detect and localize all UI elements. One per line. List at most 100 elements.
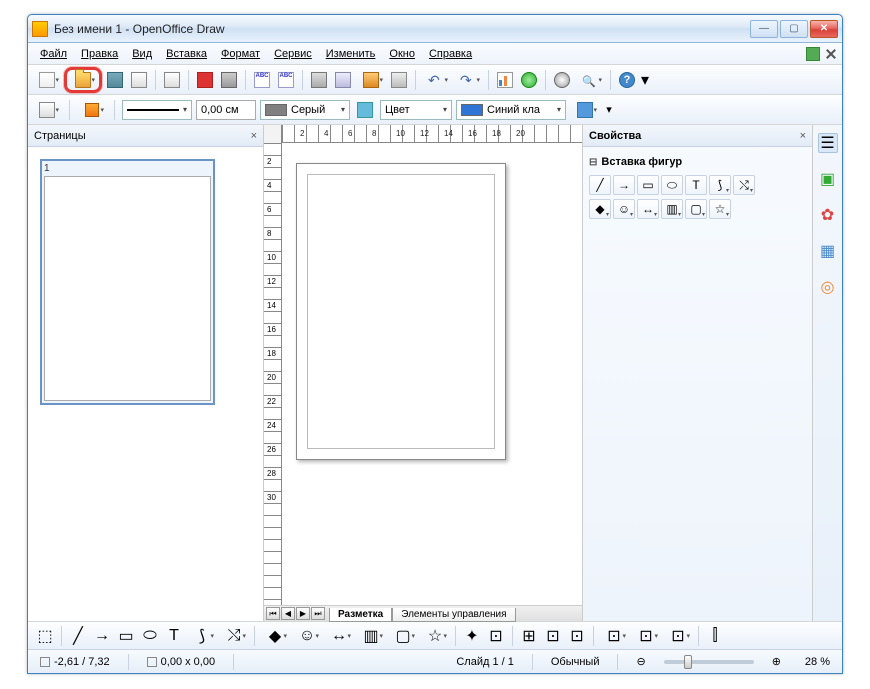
tab-last[interactable]: ⏭	[311, 607, 325, 620]
minimize-button[interactable]: —	[750, 20, 778, 38]
sidetab-styles[interactable]: ✿	[818, 205, 838, 225]
properties-close-icon[interactable]: ×	[800, 130, 806, 142]
pages-close-icon[interactable]: ×	[251, 130, 257, 142]
menu-view[interactable]: Вид	[126, 46, 158, 62]
shape-line[interactable]: ╱	[589, 175, 611, 195]
menu-edit[interactable]: Правка	[75, 46, 124, 62]
page-thumbnail-1[interactable]: 1	[40, 159, 215, 405]
chart-button[interactable]	[494, 69, 516, 91]
toolbar-overflow[interactable]: ▾	[640, 69, 650, 91]
shape-block-arrow[interactable]: ↔	[637, 199, 659, 219]
shape-basic[interactable]: ◆	[589, 199, 611, 219]
shadow-button[interactable]	[570, 99, 600, 121]
tab-first[interactable]: ⏮	[266, 607, 280, 620]
undo-button[interactable]	[421, 69, 451, 91]
menu-format[interactable]: Формат	[215, 46, 266, 62]
save-button[interactable]	[104, 69, 126, 91]
shape-callout[interactable]: ▢	[685, 199, 707, 219]
draw-alignment[interactable]: ⊡	[631, 625, 661, 647]
copy-button[interactable]	[332, 69, 354, 91]
shape-curve[interactable]: ⟆	[709, 175, 731, 195]
shape-ellipse[interactable]: ⬭	[661, 175, 683, 195]
pages-body[interactable]: 1	[28, 147, 263, 621]
cut-button[interactable]	[308, 69, 330, 91]
tab-layout[interactable]: Разметка	[329, 608, 392, 622]
menu-modify[interactable]: Изменить	[320, 46, 382, 62]
drawing-page[interactable]	[296, 163, 506, 460]
zoom-button[interactable]	[575, 69, 605, 91]
horizontal-ruler[interactable]: 2468101214161820	[264, 125, 582, 143]
draw-arrow[interactable]: →	[91, 625, 113, 647]
shape-arrow[interactable]: →	[613, 175, 635, 195]
canvas-scroll[interactable]	[282, 143, 582, 605]
maximize-button[interactable]: ▢	[780, 20, 808, 38]
draw-rect[interactable]: ▭	[115, 625, 137, 647]
zoom-value[interactable]: 28 %	[799, 656, 836, 668]
fill-color-combo[interactable]: Синий кла▾	[456, 100, 566, 120]
draw-callouts[interactable]: ▢	[388, 625, 418, 647]
email-button[interactable]	[128, 69, 150, 91]
hyperlink-button[interactable]	[518, 69, 540, 91]
draw-ellipse[interactable]: ⬭	[139, 625, 161, 647]
new-button[interactable]	[32, 69, 62, 91]
draw-block-arrows[interactable]: ↔	[324, 625, 354, 647]
print-button[interactable]	[218, 69, 240, 91]
toolbar2-overflow[interactable]: ▾	[604, 99, 614, 121]
sidetab-gallery[interactable]: ▣	[818, 169, 838, 189]
line-style-combo[interactable]: ▾	[122, 100, 192, 120]
line-width-input[interactable]: 0,00 см	[196, 100, 256, 120]
shape-symbol[interactable]: ☺	[613, 199, 635, 219]
draw-symbol-shapes[interactable]: ☺	[292, 625, 322, 647]
draw-fontwork[interactable]: ⊞	[518, 625, 540, 647]
edit-file-button[interactable]	[161, 69, 183, 91]
spellcheck-button[interactable]: ABC	[251, 69, 273, 91]
line-style-swatch[interactable]	[77, 99, 107, 121]
draw-effects[interactable]: ⊡	[599, 625, 629, 647]
draw-basic-shapes[interactable]: ◆	[260, 625, 290, 647]
close-button[interactable]: ✕	[810, 20, 838, 38]
draw-stars[interactable]: ☆	[420, 625, 450, 647]
area-fill-button[interactable]	[354, 99, 376, 121]
zoom-in-button[interactable]: ⊕	[766, 655, 787, 668]
navigator-button[interactable]	[551, 69, 573, 91]
draw-connector[interactable]: ⤭	[219, 625, 249, 647]
draw-text[interactable]: T	[163, 625, 185, 647]
export-pdf-button[interactable]	[194, 69, 216, 91]
sidetab-properties[interactable]: ☰	[818, 133, 838, 153]
menu-window[interactable]: Окно	[383, 46, 421, 62]
draw-from-file[interactable]: ⊡	[542, 625, 564, 647]
draw-arrange[interactable]: ⊡	[663, 625, 693, 647]
document-close-icon[interactable]	[826, 49, 836, 59]
draw-gluepoints[interactable]: ⊡	[485, 625, 507, 647]
section-insert-shapes[interactable]: Вставка фигур	[589, 153, 806, 171]
format-paint-button[interactable]	[388, 69, 410, 91]
redo-button[interactable]	[453, 69, 483, 91]
shape-flowchart[interactable]: ▥	[661, 199, 683, 219]
draw-flowcharts[interactable]: ▥	[356, 625, 386, 647]
shape-connector[interactable]: ⤭	[733, 175, 755, 195]
draw-gallery[interactable]: ⊡	[566, 625, 588, 647]
draw-select[interactable]: ⬚	[34, 625, 56, 647]
arrow-style-button[interactable]	[32, 99, 62, 121]
help-button[interactable]: ?	[616, 69, 638, 91]
tab-controls[interactable]: Элементы управления	[392, 608, 515, 622]
draw-points[interactable]: ✦	[461, 625, 483, 647]
autospell-button[interactable]: ABC	[275, 69, 297, 91]
draw-line[interactable]: ╱	[67, 625, 89, 647]
sidetab-image[interactable]: ▦	[818, 241, 838, 261]
menu-help[interactable]: Справка	[423, 46, 478, 62]
zoom-out-button[interactable]: ⊖	[630, 655, 651, 668]
download-icon[interactable]	[806, 47, 820, 61]
menu-file[interactable]: Файл	[34, 46, 73, 62]
tab-next[interactable]: ▶	[296, 607, 310, 620]
fill-type-combo[interactable]: Цвет▾	[380, 100, 452, 120]
open-button[interactable]	[68, 69, 98, 91]
shape-star[interactable]: ☆	[709, 199, 731, 219]
shape-rect[interactable]: ▭	[637, 175, 659, 195]
menu-insert[interactable]: Вставка	[160, 46, 213, 62]
sidetab-navigator[interactable]: ◎	[818, 277, 838, 297]
tab-prev[interactable]: ◀	[281, 607, 295, 620]
line-color-combo[interactable]: Серый▾	[260, 100, 350, 120]
zoom-slider[interactable]	[664, 660, 754, 664]
vertical-ruler[interactable]: 24681012141618202224262830	[264, 143, 282, 605]
